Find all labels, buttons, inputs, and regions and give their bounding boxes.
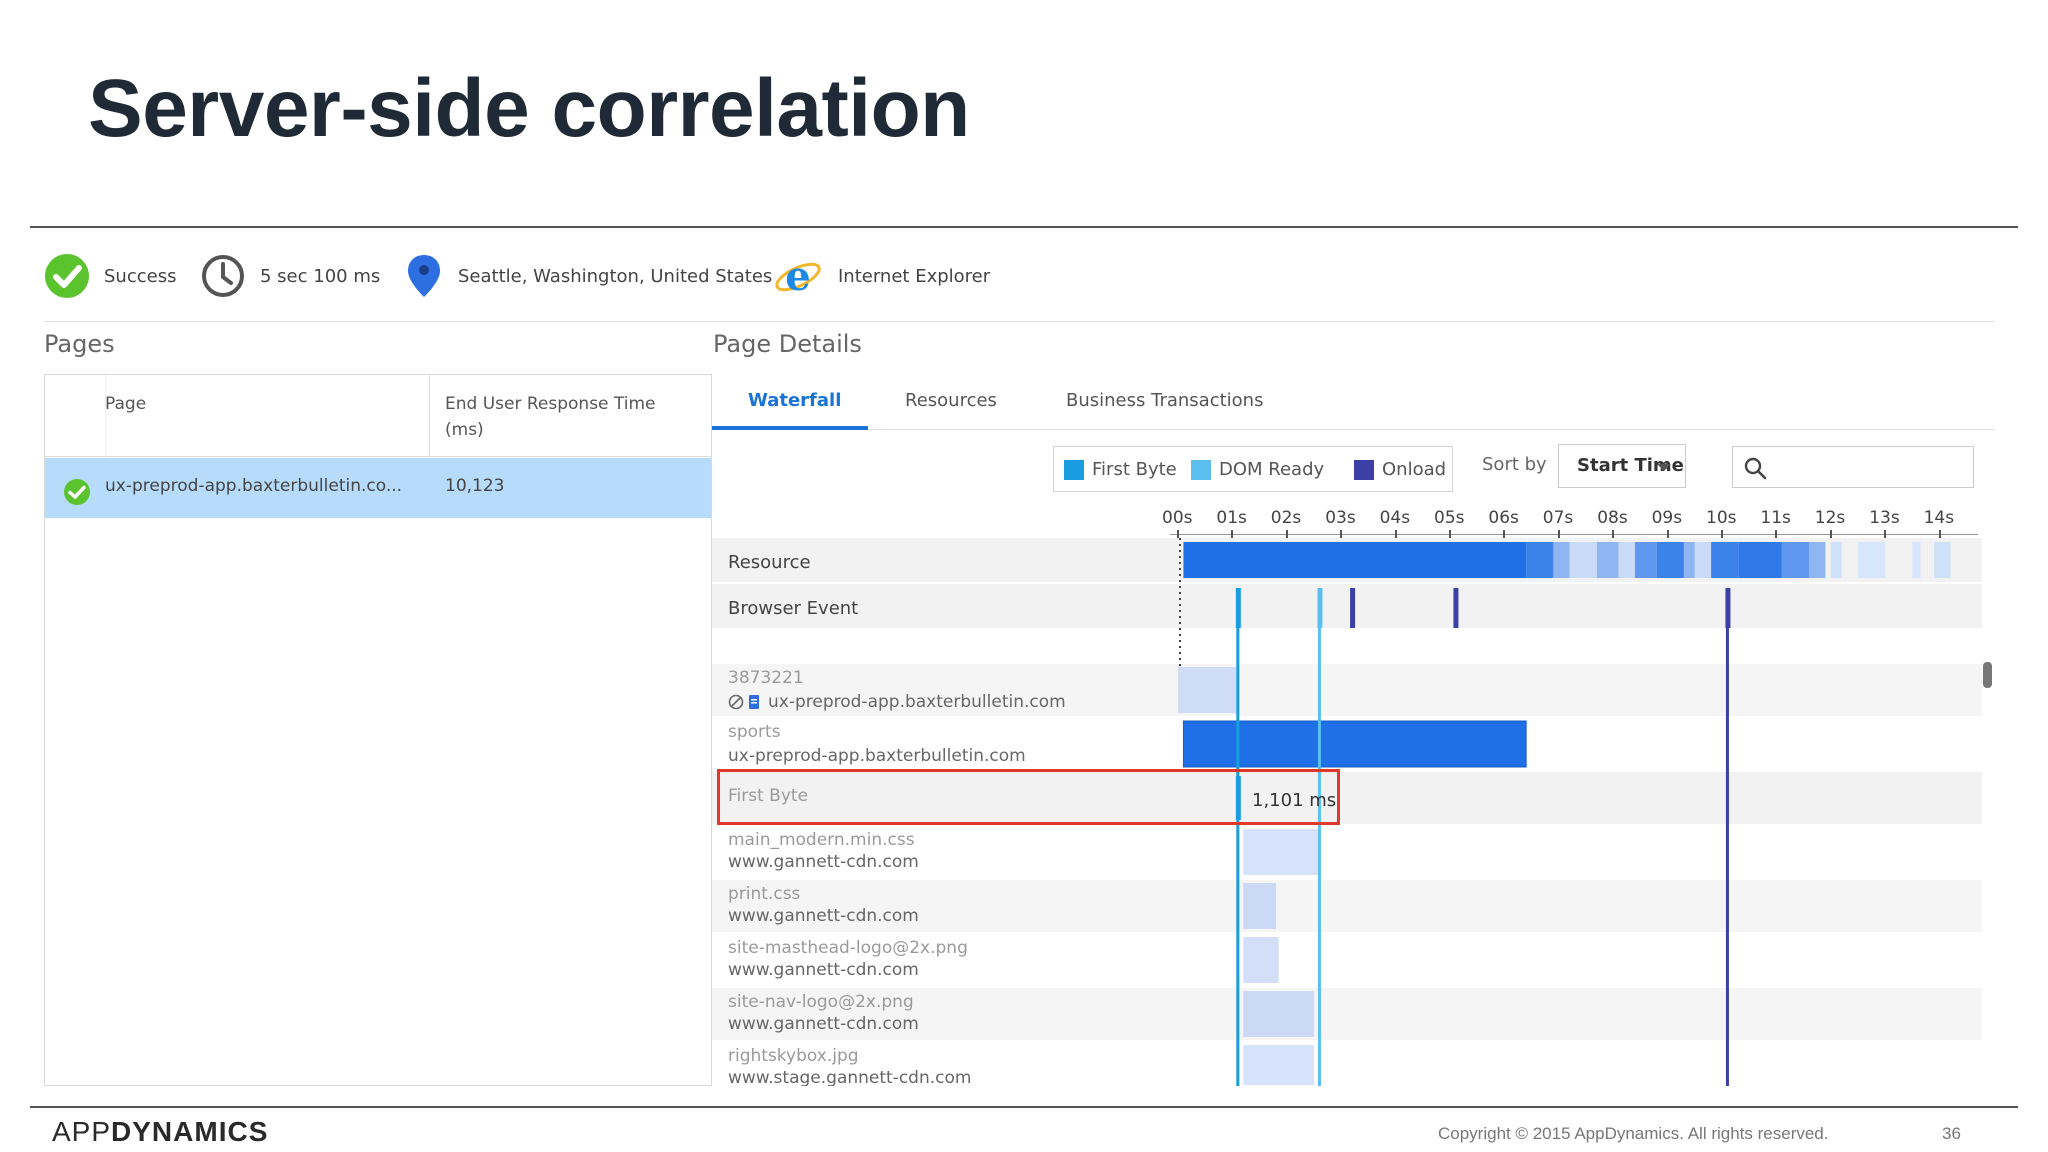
first-byte-highlight: [717, 769, 1340, 825]
clock-icon: [202, 255, 244, 297]
resource-bar: [1243, 829, 1320, 875]
page-details-section-label: Page Details: [713, 330, 862, 358]
pages-section-label: Pages: [44, 330, 115, 358]
browser-event-marker: [1235, 588, 1241, 628]
browser-event-marker: [1725, 588, 1731, 628]
success-check-icon: [64, 479, 90, 505]
appdynamics-logo: APPDYNAMICS: [52, 1116, 269, 1147]
resource-summary-segment: [1526, 542, 1554, 578]
success-check-icon: [45, 254, 89, 298]
resource-bar: [1243, 937, 1279, 983]
internet-explorer-icon: e: [775, 253, 821, 300]
page-details-panel: Waterfall Resources Business Transaction…: [712, 374, 1994, 1086]
resource-summary-segment: [1858, 542, 1886, 578]
resource-summary-segment: [1569, 542, 1597, 578]
resource-summary-segment: [1683, 542, 1695, 578]
resource-bar: [1243, 883, 1276, 929]
resource-summary-segment: [1781, 542, 1810, 578]
resource-summary-segment: [1830, 542, 1842, 578]
browser-event-marker: [1350, 588, 1356, 628]
status-result-label: Success: [104, 265, 177, 287]
resource-summary-segment: [1912, 542, 1921, 578]
column-header-page[interactable]: Page: [105, 391, 146, 417]
location-pin-icon: [408, 255, 440, 297]
copyright-notice: Copyright © 2015 AppDynamics. All rights…: [1438, 1124, 1829, 1143]
resource-bar: [1182, 720, 1527, 768]
resource-bar: [1243, 991, 1314, 1037]
status-browser: e Internet Explorer: [772, 246, 990, 306]
session-status-bar: Success 5 sec 100 ms Seattle, Washington…: [44, 246, 1994, 306]
scrollbar-thumb[interactable]: [1983, 662, 1992, 688]
browser-event-marker: [1453, 588, 1459, 628]
resource-summary-segment: [1596, 542, 1619, 578]
resource-summary-segment: [1618, 542, 1635, 578]
status-result: Success: [44, 246, 176, 306]
pages-table: Page End User Response Time (ms) ux-prep…: [44, 374, 712, 1086]
resource-summary-segment: [1553, 542, 1570, 578]
first-byte-value: 1,101 ms: [1252, 790, 1337, 811]
status-duration: 5 sec 100 ms: [200, 246, 380, 306]
page-number: 36: [1942, 1124, 1961, 1143]
status-location: Seattle, Washington, United States: [404, 246, 772, 306]
resource-summary-segment: [1634, 542, 1657, 578]
resource-summary-segment: [1809, 542, 1826, 578]
resource-summary-segment: [1738, 542, 1782, 578]
resource-bar: [1178, 667, 1238, 713]
resource-summary-bar: [1183, 542, 1527, 578]
resource-summary-segment: [1694, 542, 1712, 578]
resource-summary-segment: [1711, 542, 1739, 578]
table-row[interactable]: ux-preprod-app.baxterbulletin.co... 10,1…: [45, 458, 711, 518]
waterfall-chart: [1178, 538, 1951, 1086]
column-divider: [429, 375, 430, 457]
pages-table-header: Page End User Response Time (ms): [45, 375, 711, 457]
resource-bar: [1243, 1045, 1314, 1085]
column-header-response-time[interactable]: End User Response Time (ms): [445, 391, 695, 443]
status-divider: [44, 321, 1994, 322]
slide-title: Server-side correlation: [88, 63, 970, 154]
status-browser-label: Internet Explorer: [838, 265, 991, 287]
response-time-cell: 10,123: [445, 476, 505, 496]
status-location-label: Seattle, Washington, United States: [458, 265, 773, 287]
svg-text:e: e: [785, 253, 810, 300]
resource-summary-segment: [1656, 542, 1684, 578]
bottom-divider: [30, 1106, 2018, 1108]
browser-event-marker: [1317, 588, 1323, 628]
resource-summary-segment: [1934, 542, 1951, 578]
page-name-cell: ux-preprod-app.baxterbulletin.co...: [105, 476, 403, 496]
status-duration-label: 5 sec 100 ms: [260, 265, 381, 287]
top-divider: [30, 226, 2018, 228]
